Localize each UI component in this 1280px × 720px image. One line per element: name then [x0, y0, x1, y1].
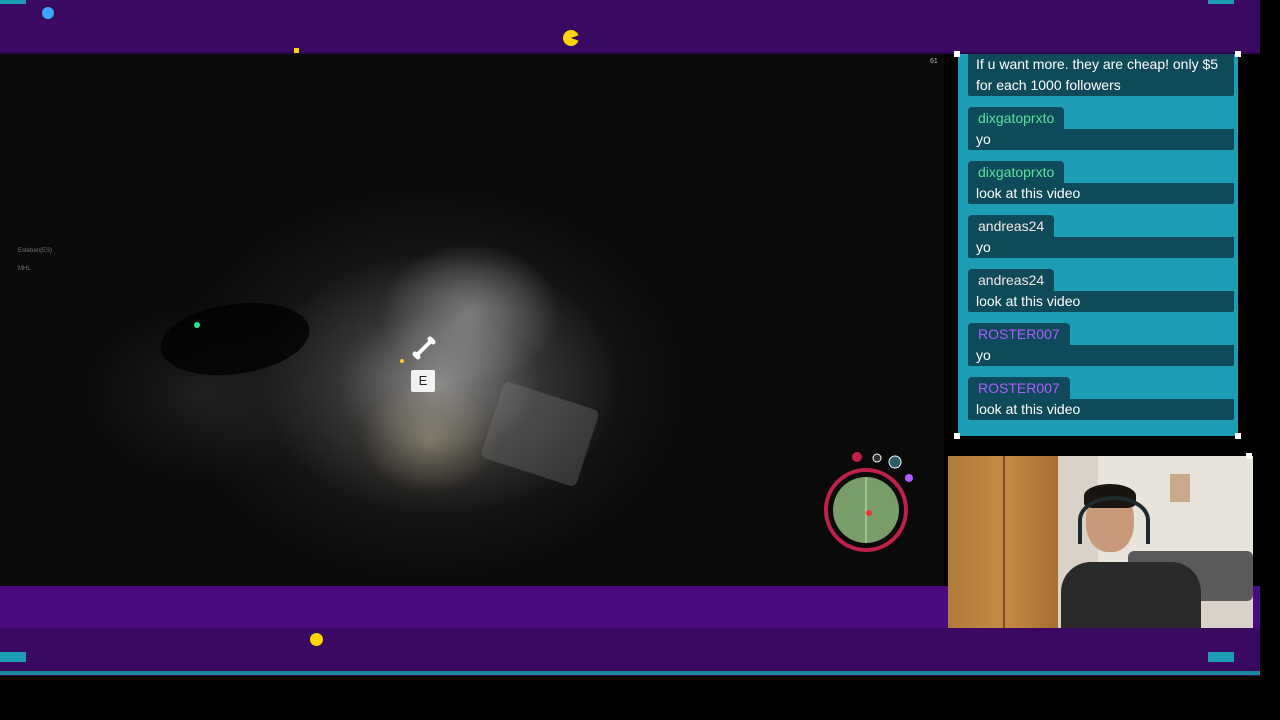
overlay-bottom-line: [0, 671, 1260, 675]
chat-username: dixgatoprxto: [968, 161, 1065, 183]
webcam-corner-marker: [1246, 453, 1252, 459]
chat-message: ROSTER007 look at this video: [968, 366, 1234, 420]
chat-message-text: yo: [968, 237, 1234, 258]
chat-message-text: look at this video: [968, 183, 1234, 204]
chat-corner-marker: [1235, 433, 1241, 439]
chat-message-line: for each 1000 followers: [976, 77, 1121, 93]
webcam-person: [1056, 482, 1206, 628]
green-marker-icon: [194, 322, 200, 328]
fps-counter: 61: [930, 58, 938, 65]
hud-player-name: MHL: [18, 266, 31, 272]
chat-corner-marker: [954, 51, 960, 57]
headset-icon: [1078, 496, 1150, 544]
power-pellet-icon: [42, 7, 54, 19]
chat-message-text: yo: [968, 345, 1234, 366]
webcam-feed: [948, 456, 1253, 628]
hand-shadow: [155, 293, 315, 385]
chat-username: andreas24: [968, 269, 1055, 291]
interact-key-prompt: E: [411, 370, 435, 392]
game-viewport[interactable]: E 61 Esteban(ES) MHL: [0, 54, 944, 586]
chat-message-text: look at this video: [968, 291, 1234, 312]
webcam-person-body: [1061, 562, 1201, 628]
rock-slab: [480, 380, 600, 488]
chat-message: andreas24 look at this video: [968, 258, 1234, 312]
chat-panel[interactable]: If u want more. they are cheap! only $5 …: [958, 54, 1238, 436]
overlay-corner-bottom-left: [0, 652, 26, 662]
chat-message-text: If u want more. they are cheap! only $5 …: [968, 54, 1234, 96]
pacman-icon: [563, 30, 579, 46]
power-pellet-icon: [310, 633, 323, 646]
yellow-marker-icon: [400, 359, 404, 363]
chat-corner-marker: [954, 433, 960, 439]
chat-message-text: yo: [968, 129, 1234, 150]
hud-player-name: Esteban(ES): [18, 248, 53, 254]
chat-message: dixgatoprxto look at this video: [968, 150, 1234, 204]
overlay-corner-top-right: [1208, 0, 1234, 4]
chat-username: andreas24: [968, 215, 1055, 237]
overlay-top-band: [0, 0, 1260, 54]
minimap-icon: [824, 452, 913, 552]
chat-message-list: If u want more. they are cheap! only $5 …: [968, 54, 1234, 420]
bone-icon: [412, 336, 436, 360]
webcam-cabinet-line: [1003, 456, 1005, 628]
chat-message: andreas24 yo: [968, 204, 1234, 258]
chat-message-text: look at this video: [968, 399, 1234, 420]
chat-corner-marker: [1235, 51, 1241, 57]
hud-player-names: Esteban(ES) MHL: [18, 248, 52, 284]
chat-username: dixgatoprxto: [968, 107, 1065, 129]
chat-message-line: If u want more. they are cheap! only $5: [976, 56, 1219, 72]
overlay-corner-bottom-right: [1208, 652, 1234, 662]
skeleton-remains: [360, 384, 500, 494]
pellet-icon: [294, 48, 299, 53]
overlay-corner-top-left: [0, 0, 26, 4]
chat-message: ROSTER007 yo: [968, 312, 1234, 366]
chat-message: If u want more. they are cheap! only $5 …: [968, 54, 1234, 96]
chat-message: dixgatoprxto yo: [968, 96, 1234, 150]
chat-username: ROSTER007: [968, 323, 1070, 345]
chat-username: ROSTER007: [968, 377, 1070, 399]
